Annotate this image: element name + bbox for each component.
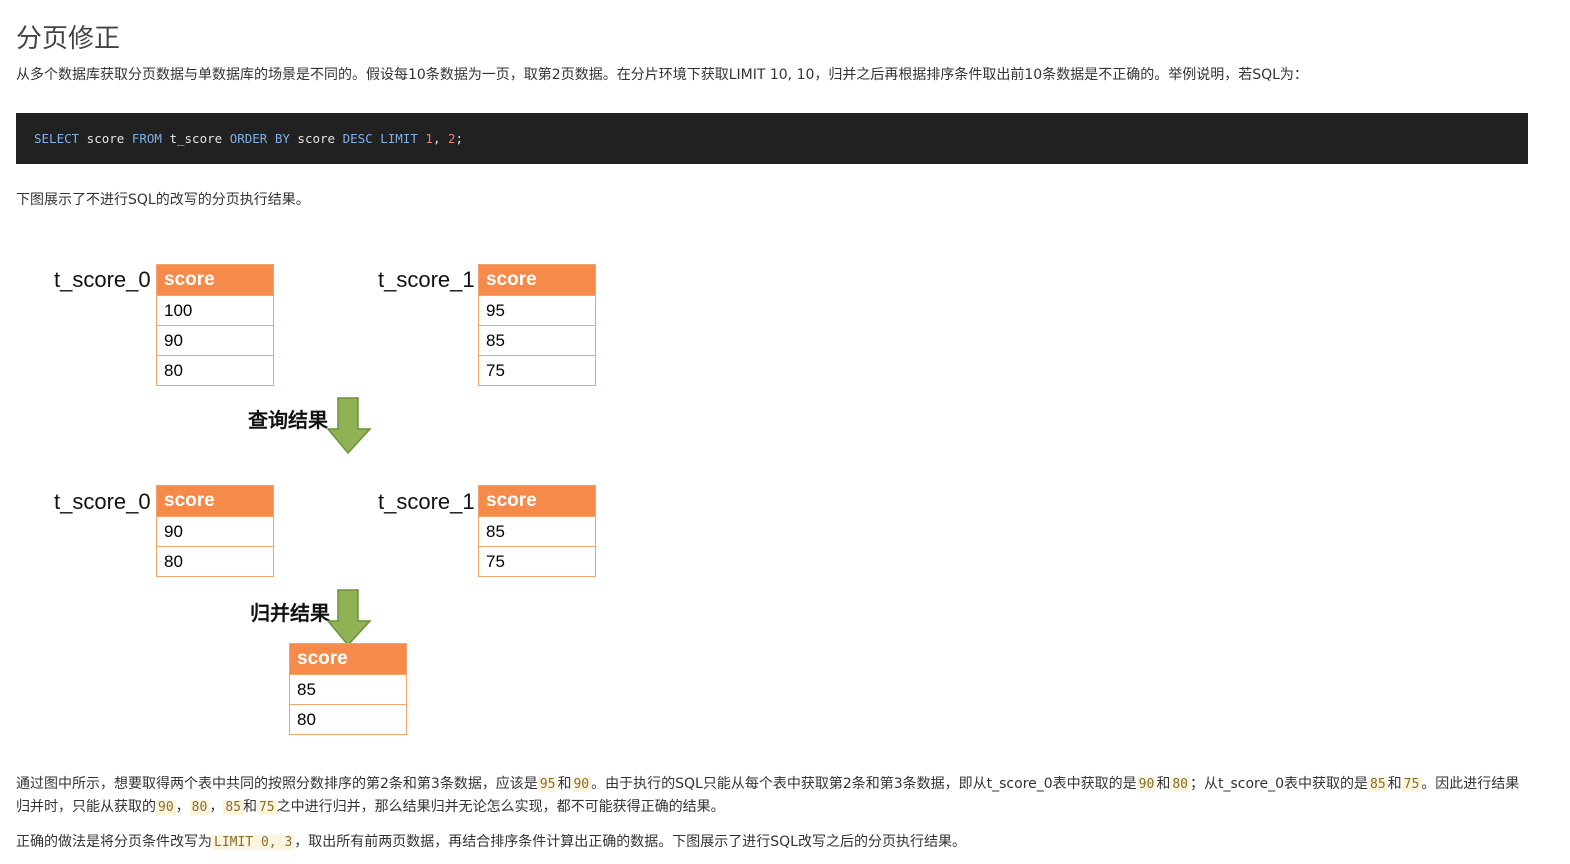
inline-code: 85: [223, 800, 243, 815]
table-row: 90: [157, 325, 273, 355]
table-row: 80: [157, 546, 273, 576]
table-row: 95: [479, 295, 595, 325]
score-table: score 90 80: [156, 485, 274, 577]
text-run: 通过图中所示，想要取得两个表中共同的按照分数排序的第2条和第3条数据，应该是: [16, 776, 538, 792]
table-name-t-score-1: t_score_1: [378, 489, 475, 514]
table-row: 80: [157, 355, 273, 385]
diagram-caption: 下图展示了不进行SQL的改写的分页执行结果。: [16, 192, 310, 208]
code-token: score: [79, 131, 132, 146]
table-name-t-score-0: t_score_0: [54, 489, 151, 514]
table-header: score: [157, 486, 273, 516]
table-name-t-score-1: t_score_1: [378, 267, 475, 292]
text-run: ，取出所有前两页数据，再结合排序条件计算出正确的数据。下图展示了进行SQL改写之…: [294, 834, 966, 850]
inline-code: 90: [156, 800, 176, 815]
code-token: ;: [455, 131, 464, 146]
step-label-query-result: 查询结果: [248, 408, 328, 432]
page-title: 分页修正: [16, 24, 121, 54]
result-score-table: score 85 80: [289, 643, 407, 735]
intro-paragraph: 从多个数据库获取分页数据与单数据库的场景是不同的。假设每10条数据为一页，取第2…: [16, 67, 1308, 83]
inline-code: 90: [571, 777, 592, 792]
table-header: score: [157, 265, 273, 295]
table-header: score: [290, 644, 406, 674]
down-arrow-icon: [326, 397, 372, 455]
code-token: FROM: [131, 131, 162, 146]
text-run: 。由于执行的SQL只能从每个表中获取第2条和第3条数据，即从t_score_0表…: [591, 776, 1137, 792]
code-token: t_score: [161, 131, 230, 146]
inline-code: 75: [1401, 777, 1422, 792]
table-row: 75: [479, 546, 595, 576]
inline-code: 90: [1136, 777, 1157, 792]
table-name-t-score-0: t_score_0: [54, 267, 151, 292]
score-table: score 95 85 75: [478, 264, 596, 386]
inline-code: 75: [256, 800, 277, 815]
text-run: 之中进行归并，那么结果归并无论怎么实现，都不可能获得正确的结果。: [276, 799, 725, 815]
text-run: ，: [175, 799, 190, 815]
text-run: ，: [209, 799, 224, 815]
explanation-paragraph: 通过图中所示，想要取得两个表中共同的按照分数排序的第2条和第3条数据，应该是 95…: [16, 773, 1531, 819]
arrow-shape: [326, 589, 372, 647]
inline-code: 80: [189, 800, 210, 815]
arrow-shape: [326, 397, 372, 455]
text-run: 和: [557, 776, 572, 792]
text-run: ；从t_score_0表中获取的是: [1189, 776, 1368, 792]
score-table: score 100 90 80: [156, 264, 274, 386]
code-token: SELECT: [34, 131, 80, 146]
inline-code: LIMIT 0, 3: [212, 835, 295, 850]
table-header: score: [479, 265, 595, 295]
table-row: 85: [479, 325, 595, 355]
text-run: 和: [1387, 776, 1402, 792]
table-row: 100: [157, 295, 273, 325]
table-row: 90: [157, 516, 273, 546]
table-header: score: [479, 486, 595, 516]
text-run: 和: [242, 799, 257, 815]
down-arrow-icon: [326, 589, 372, 647]
code-token: 2: [448, 131, 456, 146]
inline-code: 85: [1368, 777, 1388, 792]
code-token: ,: [432, 131, 448, 146]
code-token: LIMIT: [380, 131, 418, 146]
inline-code: 95: [537, 777, 558, 792]
table-row: 80: [290, 704, 406, 734]
final-paragraph: 正确的做法是将分页条件改写为 LIMIT 0, 3 ，取出所有前两页数据，再结合排序…: [16, 831, 966, 854]
sql-code-block[interactable]: SELECT score FROM t_score ORDER BY score…: [16, 113, 1528, 164]
code-token: 1: [425, 131, 433, 146]
code-token: ORDER BY: [229, 131, 290, 146]
score-table: score 85 75: [478, 485, 596, 577]
table-row: 75: [479, 355, 595, 385]
step-label-merge-result: 归并结果: [250, 601, 330, 625]
code-token: score: [289, 131, 343, 146]
table-row: 85: [290, 674, 406, 704]
text-run: 正确的做法是将分页条件改写为: [16, 834, 212, 850]
text-run: 和: [1156, 776, 1171, 792]
table-row: 85: [479, 516, 595, 546]
code-token: DESC: [342, 131, 373, 146]
inline-code: 80: [1170, 777, 1190, 792]
